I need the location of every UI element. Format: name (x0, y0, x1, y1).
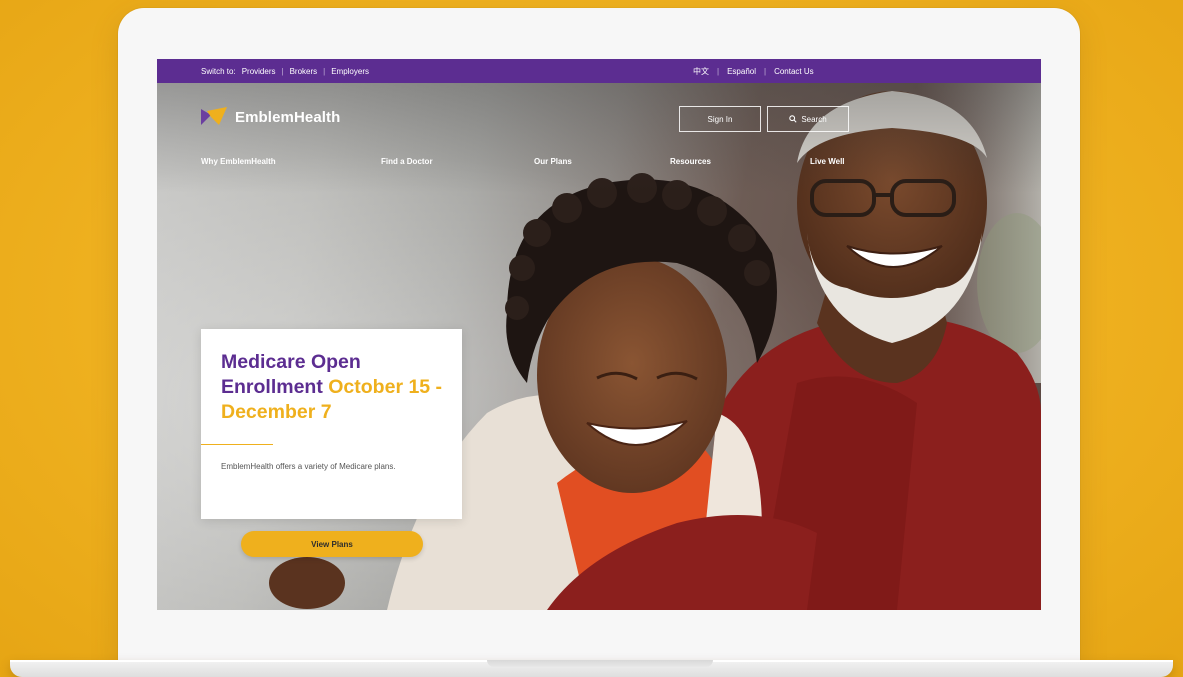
site-header: EmblemHealth Sign In Search (157, 83, 1041, 153)
audience-switcher: Switch to: Providers | Brokers | Employe… (201, 67, 369, 76)
sign-in-button[interactable]: Sign In (679, 106, 761, 132)
emblem-logo-icon (201, 107, 227, 125)
sign-in-label: Sign In (707, 114, 733, 124)
hands (269, 557, 345, 609)
promo-description: EmblemHealth offers a variety of Medicar… (221, 462, 396, 471)
nav-item-resources[interactable]: Resources (670, 157, 711, 166)
view-plans-label: View Plans (311, 539, 353, 549)
search-label: Search (801, 114, 827, 124)
brokers-link[interactable]: Brokers (290, 67, 318, 76)
separator: | (323, 66, 326, 76)
nav-item-why-emblemhealth[interactable]: Why EmblemHealth (201, 157, 276, 166)
hero-section: EmblemHealth Sign In Search Why EmblemHe… (157, 83, 1041, 610)
spanish-language-link[interactable]: Español (727, 67, 756, 76)
nav-item-our-plans[interactable]: Our Plans (534, 157, 572, 166)
laptop-screen: Switch to: Providers | Brokers | Employe… (157, 59, 1041, 610)
emblemhealth-logo[interactable]: EmblemHealth (201, 107, 340, 127)
switch-to-label: Switch to: (201, 66, 236, 76)
utility-bar: Switch to: Providers | Brokers | Employe… (157, 59, 1041, 83)
language-contact-links: 中文 | Español | Contact Us (693, 66, 814, 77)
search-icon (789, 115, 797, 123)
nav-item-live-well[interactable]: Live Well (810, 157, 845, 166)
view-plans-button[interactable]: View Plans (241, 531, 423, 557)
separator: | (764, 66, 767, 76)
search-button[interactable]: Search (767, 106, 849, 132)
main-navigation: Why EmblemHealth Find a Doctor Our Plans… (157, 153, 1041, 177)
separator: | (281, 66, 284, 76)
separator: | (717, 66, 720, 76)
promo-divider (201, 444, 273, 445)
providers-link[interactable]: Providers (242, 67, 276, 76)
contact-us-link[interactable]: Contact Us (774, 67, 814, 76)
logo-text: EmblemHealth (235, 108, 341, 126)
laptop-notch (487, 660, 713, 667)
employers-link[interactable]: Employers (331, 67, 369, 76)
promo-title: Medicare Open Enrollment October 15 - De… (221, 350, 446, 425)
chinese-language-link[interactable]: 中文 (693, 66, 709, 77)
nav-item-find-a-doctor[interactable]: Find a Doctor (381, 157, 433, 166)
promo-card: Medicare Open Enrollment October 15 - De… (201, 329, 462, 519)
